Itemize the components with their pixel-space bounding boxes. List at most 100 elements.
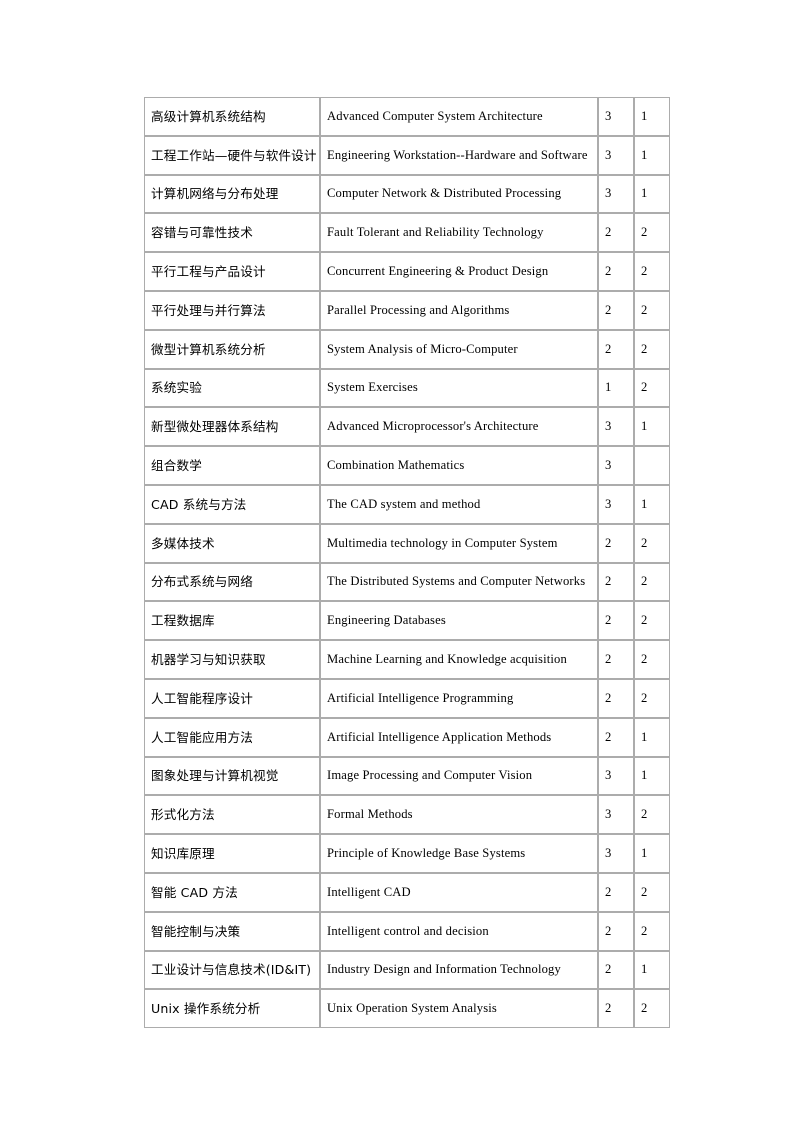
cell-english-course-name: System Exercises: [320, 368, 598, 408]
cell-chinese-course-name: 容错与可靠性技术: [144, 213, 320, 253]
course-table: 高级计算机系统结构 Advanced Computer System Archit…: [144, 97, 670, 1029]
cell-chinese-course-name: 平行处理与并行算法: [144, 290, 320, 330]
cell-english-course-name: Principle of Knowledge Base Systems: [320, 834, 598, 873]
cell-english-course-name: Fault Tolerant and Reliability Technolog…: [320, 213, 598, 253]
cell-english-course-name: Engineering Workstation--Hardware and So…: [320, 135, 598, 175]
cell-chinese-course-name: 人工智能程序设计: [144, 678, 320, 718]
cell-english-course-name: Advanced Microprocessor's Architecture: [320, 407, 598, 447]
table-row: 形式化方法 Formal Methods 3 2: [144, 795, 670, 835]
table-row: 机器学习与知识获取 Machine Learning and Knowledge …: [144, 640, 670, 679]
cell-term: 1: [634, 834, 670, 873]
cell-term: 2: [634, 213, 670, 253]
cell-term: 2: [634, 252, 670, 291]
cell-chinese-course-name: Unix 操作系统分析: [144, 989, 320, 1029]
table-row: 智能控制与决策 Intelligent control and decision 2…: [144, 911, 670, 951]
cell-credits: 2: [598, 950, 634, 990]
table-row: 容错与可靠性技术 Fault Tolerant and Reliability T…: [144, 213, 670, 253]
cell-chinese-course-name: 智能 CAD 方法: [144, 872, 320, 912]
cell-credits: 2: [598, 678, 634, 718]
cell-chinese-course-name: 新型微处理器体系结构: [144, 407, 320, 447]
table-row: 组合数学 Combination Mathematics 3: [144, 446, 670, 485]
table-row: 微型计算机系统分析 System Analysis of Micro-Comput…: [144, 329, 670, 369]
cell-credits: 2: [598, 290, 634, 330]
cell-credits: 2: [598, 329, 634, 369]
cell-term: 1: [634, 484, 670, 524]
cell-english-course-name: Computer Network & Distributed Processin…: [320, 174, 598, 214]
cell-english-course-name: Industry Design and Information Technolo…: [320, 950, 598, 990]
cell-term: 2: [634, 290, 670, 330]
cell-credits: 3: [598, 407, 634, 447]
cell-term: 2: [634, 911, 670, 951]
cell-credits: 2: [598, 717, 634, 757]
cell-chinese-course-name: 机器学习与知识获取: [144, 640, 320, 679]
cell-term: 2: [634, 368, 670, 408]
cell-chinese-course-name: CAD 系统与方法: [144, 484, 320, 524]
table-row: 工业设计与信息技术(ID&IT) Industry Design and Info…: [144, 950, 670, 990]
cell-credits: 3: [598, 834, 634, 873]
table-row: 高级计算机系统结构 Advanced Computer System Archit…: [144, 97, 670, 136]
cell-chinese-course-name: 人工智能应用方法: [144, 717, 320, 757]
cell-credits: 3: [598, 446, 634, 485]
cell-chinese-course-name: 微型计算机系统分析: [144, 329, 320, 369]
cell-credits: 3: [598, 795, 634, 835]
cell-chinese-course-name: 知识库原理: [144, 834, 320, 873]
cell-credits: 3: [598, 484, 634, 524]
table-row: 新型微处理器体系结构 Advanced Microprocessor's Arch…: [144, 407, 670, 447]
cell-chinese-course-name: 平行工程与产品设计: [144, 252, 320, 291]
cell-english-course-name: Concurrent Engineering & Product Design: [320, 252, 598, 291]
cell-english-course-name: The CAD system and method: [320, 484, 598, 524]
cell-term: 1: [634, 135, 670, 175]
cell-chinese-course-name: 工业设计与信息技术(ID&IT): [144, 950, 320, 990]
cell-english-course-name: System Analysis of Micro-Computer: [320, 329, 598, 369]
cell-credits: 2: [598, 213, 634, 253]
cell-english-course-name: Artificial Intelligence Application Meth…: [320, 717, 598, 757]
cell-credits: 2: [598, 252, 634, 291]
table-row: 智能 CAD 方法 Intelligent CAD 2 2: [144, 872, 670, 912]
cell-credits: 2: [598, 911, 634, 951]
cell-term: 1: [634, 174, 670, 214]
table-row: 知识库原理 Principle of Knowledge Base Systems…: [144, 834, 670, 873]
table-row: 平行处理与并行算法 Parallel Processing and Algorit…: [144, 290, 670, 330]
table-row: 分布式系统与网络 The Distributed Systems and Comp…: [144, 562, 670, 602]
cell-english-course-name: Artificial Intelligence Programming: [320, 678, 598, 718]
course-table-body: 高级计算机系统结构 Advanced Computer System Archit…: [144, 97, 670, 1029]
cell-english-course-name: Formal Methods: [320, 795, 598, 835]
cell-english-course-name: The Distributed Systems and Computer Net…: [320, 562, 598, 602]
cell-term: 1: [634, 407, 670, 447]
cell-term: 1: [634, 717, 670, 757]
cell-term: 2: [634, 872, 670, 912]
cell-term: [634, 446, 670, 485]
cell-english-course-name: Engineering Databases: [320, 601, 598, 641]
cell-term: 2: [634, 601, 670, 641]
table-row: 工程数据库 Engineering Databases 2 2: [144, 601, 670, 641]
table-row: 系统实验 System Exercises 1 2: [144, 368, 670, 408]
cell-credits: 3: [598, 97, 634, 136]
cell-chinese-course-name: 组合数学: [144, 446, 320, 485]
cell-term: 2: [634, 523, 670, 563]
cell-term: 2: [634, 678, 670, 718]
table-row: 人工智能程序设计 Artificial Intelligence Programm…: [144, 678, 670, 718]
cell-term: 2: [634, 329, 670, 369]
cell-credits: 2: [598, 872, 634, 912]
cell-chinese-course-name: 图象处理与计算机视觉: [144, 756, 320, 796]
cell-english-course-name: Intelligent CAD: [320, 872, 598, 912]
table-row: 人工智能应用方法 Artificial Intelligence Applicat…: [144, 717, 670, 757]
cell-term: 1: [634, 950, 670, 990]
cell-term: 2: [634, 795, 670, 835]
cell-credits: 3: [598, 756, 634, 796]
cell-credits: 3: [598, 174, 634, 214]
cell-credits: 2: [598, 989, 634, 1029]
cell-english-course-name: Multimedia technology in Computer System: [320, 523, 598, 563]
table-row: 工程工作站—硬件与软件设计 Engineering Workstation--Ha…: [144, 135, 670, 175]
cell-term: 2: [634, 562, 670, 602]
cell-credits: 1: [598, 368, 634, 408]
cell-english-course-name: Parallel Processing and Algorithms: [320, 290, 598, 330]
table-row: 图象处理与计算机视觉 Image Processing and Computer …: [144, 756, 670, 796]
table-row: Unix 操作系统分析 Unix Operation System Analysi…: [144, 989, 670, 1029]
cell-chinese-course-name: 分布式系统与网络: [144, 562, 320, 602]
cell-credits: 3: [598, 135, 634, 175]
cell-term: 2: [634, 640, 670, 679]
course-table-container: 高级计算机系统结构 Advanced Computer System Archit…: [144, 97, 670, 1029]
table-row: CAD 系统与方法 The CAD system and method 3 1: [144, 484, 670, 524]
cell-english-course-name: Combination Mathematics: [320, 446, 598, 485]
